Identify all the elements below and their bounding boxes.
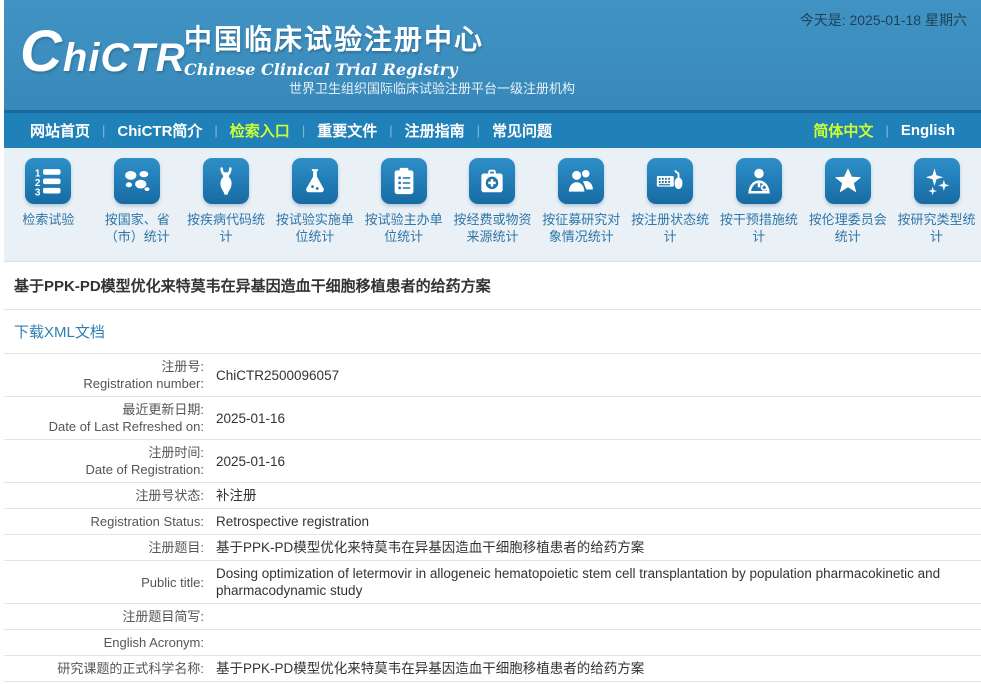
row-registration-number: 注册号: Registration number: ChiCTR25000960… [4, 354, 981, 397]
field-label-en: Date of Last Refreshed on: [4, 418, 204, 435]
site-title-en: Chinese Clinical Trial Registry [184, 60, 484, 79]
toolbar-item-by-study-type[interactable]: 按研究类型统计 [892, 158, 981, 261]
site-brand: 中国临床试验注册中心 Chinese Clinical Trial Regist… [184, 18, 484, 79]
toolbar-item-by-disease-code[interactable]: 按疾病代码统计 [182, 158, 271, 261]
field-value: Dosing optimization of letermovir in all… [216, 565, 981, 599]
toolbar-item-label: 按伦理委员会统计 [803, 211, 892, 245]
site-title-zh: 中国临床试验注册中心 [184, 18, 484, 58]
field-value: Retrospective registration [216, 513, 981, 530]
toolbar-item-by-implementing-unit[interactable]: 按试验实施单位统计 [270, 158, 359, 261]
field-label-zh: 注册题目简写: [4, 608, 204, 625]
row-title-acronym-zh: 注册题目简写: [4, 604, 981, 630]
toolbar-item-by-sponsor-unit[interactable]: 按试验主办单位统计 [359, 158, 448, 261]
field-label-en: Registration number: [4, 375, 204, 392]
field-label-en: Date of Registration: [4, 461, 204, 478]
nav-item-important-documents[interactable]: 重要文件 [305, 120, 389, 141]
field-label-zh: 注册时间: [4, 444, 204, 461]
dna-icon [203, 158, 249, 204]
toolbar-item-label: 按试验主办单位统计 [359, 211, 448, 245]
toolbar-item-label: 按研究类型统计 [892, 211, 981, 245]
row-last-refreshed-date: 最近更新日期: Date of Last Refreshed on: 2025-… [4, 397, 981, 440]
field-label-en: English Acronym: [4, 634, 204, 651]
toolbar-item-by-registration-status[interactable]: 按注册状态统计 [626, 158, 715, 261]
nav-item-about[interactable]: ChiCTR简介 [105, 120, 214, 141]
field-value: 2025-01-16 [216, 410, 981, 427]
toolbar-item-label: 检索试验 [19, 211, 77, 228]
doctor-icon [736, 158, 782, 204]
nav-item-registration-guide[interactable]: 注册指南 [393, 120, 477, 141]
field-label-zh: 研究课题的正式科学名称: [4, 660, 204, 677]
toolbar-item-label: 按征募研究对象情况统计 [537, 211, 626, 245]
row-english-acronym: English Acronym: [4, 630, 981, 656]
flask-icon [292, 158, 338, 204]
toolbar-item-by-intervention[interactable]: 按干预措施统计 [715, 158, 804, 261]
keyboard-mouse-icon [647, 158, 693, 204]
toolbar-item-label: 按注册状态统计 [626, 211, 715, 245]
first-aid-kit-icon [469, 158, 515, 204]
statistics-toolbar: 123 检索试验 按国家、省（市）统计 按疾病代码统计 按试验实施单位统计 [4, 148, 981, 262]
field-label-zh: 注册号状态: [4, 487, 204, 504]
field-label-zh: 注册题目: [4, 539, 204, 556]
trial-title: 基于PPK-PD模型优化来特莫韦在异基因造血干细胞移植患者的给药方案 [4, 262, 981, 310]
field-label-en: Public title: [4, 574, 204, 591]
site-header: ChiCTR 中国临床试验注册中心 Chinese Clinical Trial… [4, 0, 981, 110]
lang-simplified-chinese-link[interactable]: 简体中文 [801, 120, 885, 141]
field-label-en: Registration Status: [4, 513, 204, 530]
numbered-list-icon: 123 [25, 158, 71, 204]
row-registration-status-zh: 注册号状态: 补注册 [4, 483, 981, 509]
main-nav: 网站首页 ChiCTR简介 检索入口 重要文件 注册指南 常见问题 简体中文 E… [4, 110, 981, 148]
field-value: 基于PPK-PD模型优化来特莫韦在异基因造血干细胞移植患者的给药方案 [216, 539, 981, 556]
field-value: 基于PPK-PD模型优化来特莫韦在异基因造血干细胞移植患者的给药方案 [216, 660, 981, 677]
field-value: 2025-01-16 [216, 453, 981, 470]
row-public-title-zh: 注册题目: 基于PPK-PD模型优化来特莫韦在异基因造血干细胞移植患者的给药方案 [4, 535, 981, 561]
xml-link-row: 下载XML文档 [4, 310, 981, 354]
clipboard-icon [381, 158, 427, 204]
nav-item-faq[interactable]: 常见问题 [480, 120, 564, 141]
row-public-title-en: Public title: Dosing optimization of let… [4, 561, 981, 604]
today-date: 今天是: 2025-01-18 星期六 [800, 10, 967, 30]
toolbar-item-label: 按干预措施统计 [715, 211, 804, 245]
chictr-logo: ChiCTR [20, 22, 186, 88]
toolbar-item-by-ethics-committee[interactable]: 按伦理委员会统计 [803, 158, 892, 261]
people-icon [558, 158, 604, 204]
toolbar-item-label: 按经费或物资来源统计 [448, 211, 537, 245]
field-label-zh: 注册号: [4, 358, 204, 375]
field-value: ChiCTR2500096057 [216, 367, 981, 384]
row-scientific-title-zh: 研究课题的正式科学名称: 基于PPK-PD模型优化来特莫韦在异基因造血干细胞移植… [4, 656, 981, 682]
toolbar-item-by-region[interactable]: 按国家、省（市）统计 [93, 158, 182, 261]
field-value: 补注册 [216, 487, 981, 504]
field-label-zh: 最近更新日期: [4, 401, 204, 418]
sparkles-icon [914, 158, 960, 204]
row-registration-date: 注册时间: Date of Registration: 2025-01-16 [4, 440, 981, 483]
star-icon [825, 158, 871, 204]
toolbar-item-search-trials[interactable]: 123 检索试验 [4, 158, 93, 261]
page: ChiCTR 中国临床试验注册中心 Chinese Clinical Trial… [4, 0, 981, 682]
field-value [216, 634, 981, 651]
svg-text:3: 3 [35, 187, 41, 196]
nav-item-home[interactable]: 网站首页 [18, 120, 102, 141]
toolbar-item-by-recruitment[interactable]: 按征募研究对象情况统计 [537, 158, 626, 261]
download-xml-link[interactable]: 下载XML文档 [14, 324, 105, 341]
field-value [216, 608, 981, 625]
who-subtitle: 世界卫生组织国际临床试验注册平台一级注册机构 [289, 78, 575, 97]
toolbar-item-by-funding-source[interactable]: 按经费或物资来源统计 [448, 158, 537, 261]
toolbar-item-label: 按国家、省（市）统计 [93, 211, 182, 245]
world-map-icon [114, 158, 160, 204]
toolbar-item-label: 按疾病代码统计 [182, 211, 271, 245]
row-registration-status-en: Registration Status: Retrospective regis… [4, 509, 981, 535]
toolbar-item-label: 按试验实施单位统计 [270, 211, 359, 245]
lang-english-link[interactable]: English [889, 122, 967, 139]
nav-item-search-entry[interactable]: 检索入口 [218, 120, 302, 141]
registration-detail-table: 注册号: Registration number: ChiCTR25000960… [4, 354, 981, 682]
